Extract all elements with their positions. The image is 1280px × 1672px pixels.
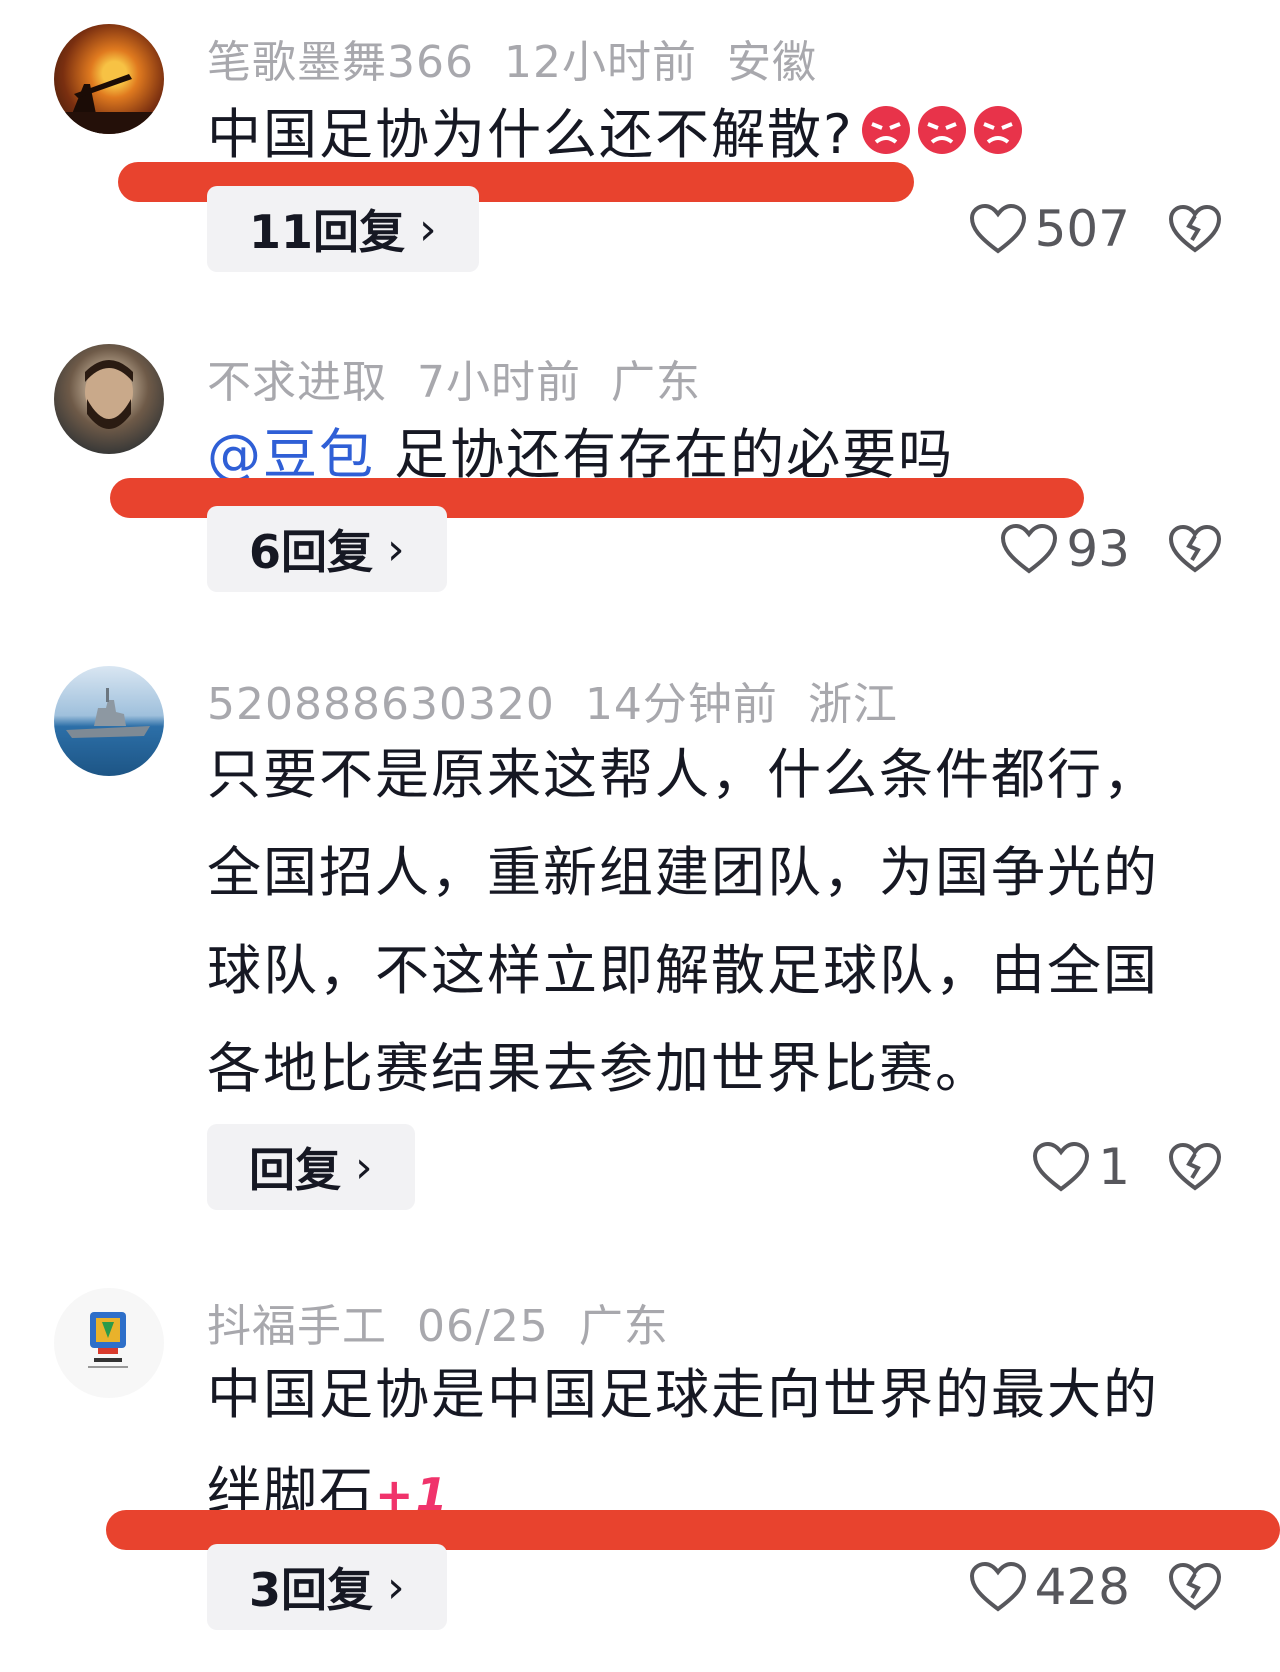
chevron-right-icon: › (419, 203, 437, 255)
comment-body: 足协还有存在的必要吗 (394, 423, 955, 486)
heart-icon (969, 1561, 1026, 1612)
timestamp: 06/25 (417, 1301, 549, 1352)
chevron-right-icon: › (387, 523, 405, 575)
avatar[interactable] (54, 24, 164, 134)
dislike-button[interactable] (1168, 204, 1222, 258)
broken-heart-icon (1168, 524, 1222, 573)
location: 安徽 (726, 37, 817, 88)
avatar[interactable] (54, 1288, 164, 1398)
location: 广东 (578, 1301, 669, 1352)
comment-line: 只要不是原来这帮人，什么条件都行， (207, 743, 1159, 806)
chevron-right-icon: › (387, 1561, 405, 1613)
reply-button[interactable]: 11回复 › (207, 186, 479, 272)
like-count: 428 (1034, 1558, 1130, 1616)
avatar[interactable] (54, 344, 164, 454)
like-button[interactable]: 507 (969, 200, 1130, 258)
reply-label: 3回复 (249, 1563, 374, 1617)
comment-line: 球队，不这样立即解散足球队，由全国 (207, 939, 1159, 1002)
broken-heart-icon (1168, 1142, 1222, 1191)
like-count: 507 (1034, 200, 1130, 258)
dislike-button[interactable] (1168, 1562, 1222, 1616)
chevron-right-icon: › (355, 1141, 373, 1193)
timestamp: 14分钟前 (584, 679, 778, 730)
like-count: 1 (1098, 1138, 1130, 1196)
broken-heart-icon (1168, 204, 1222, 253)
timestamp: 12小时前 (503, 37, 697, 88)
like-count: 93 (1066, 520, 1130, 578)
reply-label: 11回复 (249, 205, 406, 259)
reply-button[interactable]: 回复 › (207, 1124, 415, 1210)
timestamp: 7小时前 (417, 357, 581, 408)
reply-button[interactable]: 6回复 › (207, 506, 447, 592)
reply-button[interactable]: 3回复 › (207, 1544, 447, 1630)
username[interactable]: 笔歌墨舞366 (207, 37, 474, 88)
like-button[interactable]: 1 (1032, 1138, 1130, 1196)
username[interactable]: 不求进取 (207, 357, 387, 408)
heart-icon (969, 203, 1026, 254)
heart-icon (1001, 523, 1058, 574)
dislike-button[interactable] (1168, 524, 1222, 578)
comment-line: 全国招人，重新组建团队，为国争光的 (207, 841, 1159, 904)
comment-line: 中国足协是中国足球走向世界的最大的 (207, 1363, 1159, 1426)
reply-label: 6回复 (249, 525, 374, 579)
location: 广东 (611, 357, 701, 408)
comment-text: 只要不是原来这帮人，什么条件都行， 全国招人，重新组建团队，为国争光的 球队，不… (207, 726, 1217, 1118)
username[interactable]: 520888630320 (207, 679, 555, 730)
location: 浙江 (807, 679, 898, 730)
comment-meta: 笔歌墨舞366 12小时前 安徽 (207, 26, 847, 90)
heart-icon (1033, 1141, 1090, 1192)
dislike-button[interactable] (1168, 1142, 1222, 1196)
mention-link[interactable]: @豆包 (207, 423, 375, 486)
reply-label: 回复 (249, 1143, 341, 1197)
avatar[interactable] (54, 666, 164, 776)
broken-heart-icon (1168, 1562, 1222, 1611)
comment-body: 中国足协为什么还不解散? (207, 103, 854, 166)
comment-line: 各地比赛结果去参加世界比赛。 (207, 1037, 991, 1100)
comment-meta: 520888630320 14分钟前 浙江 (207, 668, 928, 732)
like-button[interactable]: 428 (969, 1558, 1130, 1616)
comment-meta: 抖福手工 06/25 广东 (207, 1290, 699, 1354)
comment-meta: 不求进取 7小时前 广东 (207, 346, 731, 410)
username[interactable]: 抖福手工 (207, 1301, 387, 1352)
like-button[interactable]: 93 (1000, 520, 1130, 578)
